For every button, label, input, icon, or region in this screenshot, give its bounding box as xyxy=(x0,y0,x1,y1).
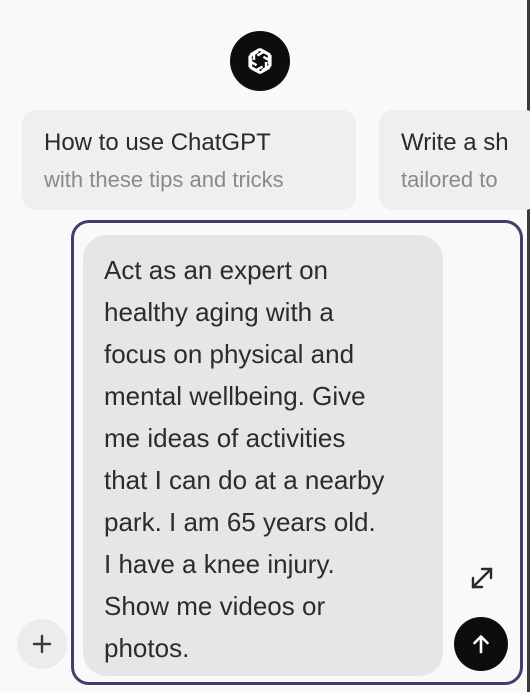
suggestion-title: Write a sh xyxy=(401,129,509,156)
message-text[interactable]: Act as an expert on healthy aging with a… xyxy=(104,249,427,669)
suggestion-card-chatgpt-tips[interactable]: How to use ChatGPT with these tips and t… xyxy=(22,110,356,210)
suggestion-subtitle: tailored to xyxy=(401,167,498,192)
add-attachment-button[interactable] xyxy=(17,619,67,669)
chatgpt-logo xyxy=(230,31,290,91)
message-input[interactable]: Act as an expert on healthy aging with a… xyxy=(83,235,443,676)
expand-composer-button[interactable] xyxy=(464,560,500,596)
expand-icon xyxy=(471,567,493,589)
arrow-up-icon xyxy=(473,635,489,654)
send-button[interactable] xyxy=(454,617,508,671)
plus-icon xyxy=(32,634,52,654)
suggestion-card-write[interactable]: Write a sh tailored to xyxy=(379,110,530,210)
openai-logo-icon xyxy=(248,47,272,75)
suggestion-title: How to use ChatGPT xyxy=(44,129,271,156)
suggestion-subtitle: with these tips and tricks xyxy=(44,167,284,192)
